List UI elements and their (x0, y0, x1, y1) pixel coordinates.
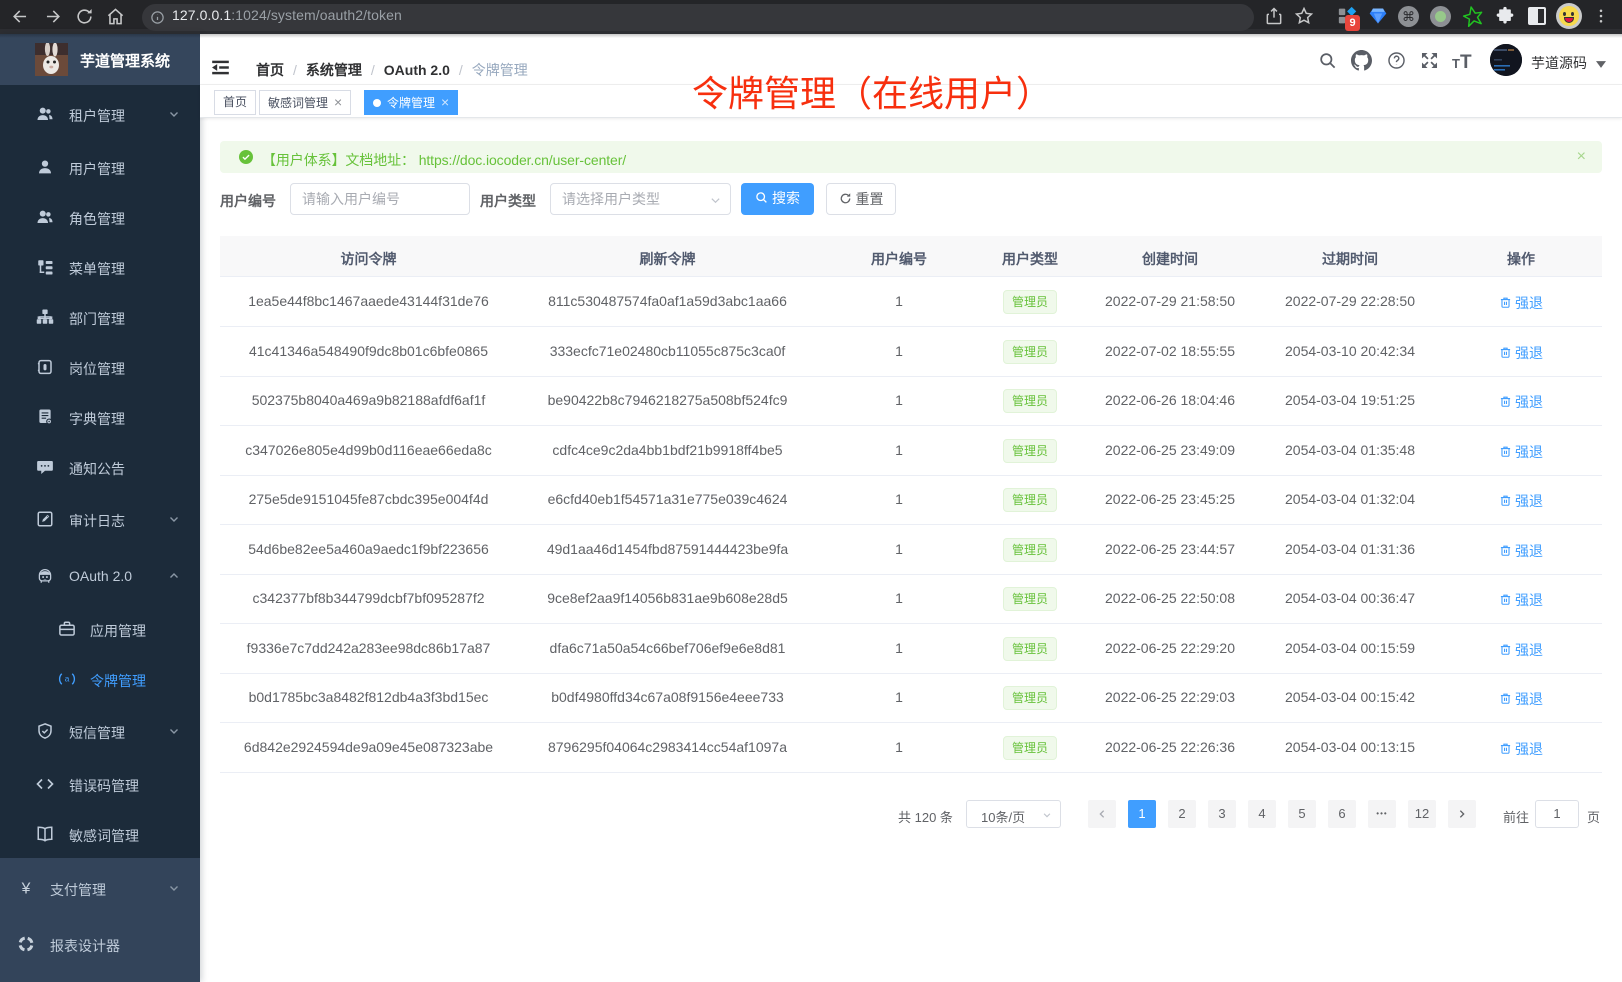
svg-text:a: a (65, 675, 70, 684)
svg-text:¥: ¥ (21, 880, 31, 897)
